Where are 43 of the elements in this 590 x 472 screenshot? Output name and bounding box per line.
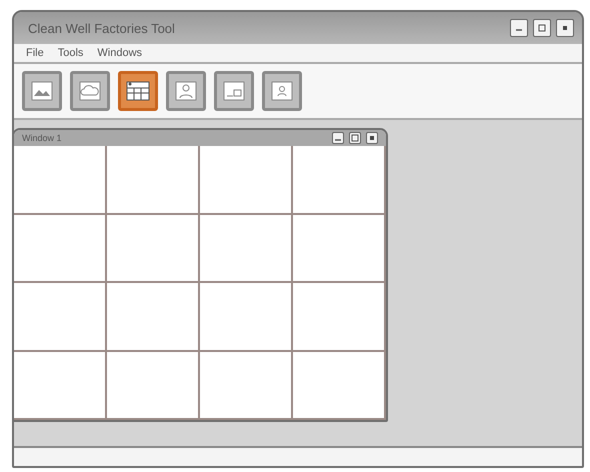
maximize-icon [351, 134, 359, 142]
grid-cell[interactable] [200, 146, 293, 214]
grid-cell[interactable] [200, 352, 293, 420]
picture-icon [30, 79, 54, 103]
menu-item[interactable]: Tools [58, 47, 84, 59]
minimize-button[interactable] [332, 132, 344, 144]
grid-cell[interactable] [200, 214, 293, 283]
window-title: Clean Well Factories Tool [28, 20, 175, 36]
cloud-icon [78, 79, 102, 103]
close-button[interactable] [366, 132, 378, 144]
contact-icon [270, 79, 294, 103]
grid-cell[interactable] [293, 283, 386, 352]
close-icon [368, 134, 376, 142]
grid-cell[interactable] [293, 352, 386, 420]
grid-cell[interactable] [14, 146, 107, 214]
grid-cell[interactable] [14, 283, 107, 352]
toolbar-button[interactable] [22, 71, 62, 111]
grid-cell[interactable] [293, 146, 386, 214]
toolbar-button[interactable] [70, 71, 110, 111]
maximize-button[interactable] [349, 132, 361, 144]
grid-cell[interactable] [200, 283, 293, 352]
toolbar-button[interactable] [262, 71, 302, 111]
close-icon [561, 24, 569, 32]
grid-cell[interactable] [107, 146, 200, 214]
close-button[interactable] [556, 19, 574, 37]
grid-cell[interactable] [293, 214, 386, 283]
menu-item[interactable]: File [26, 47, 44, 59]
maximize-icon [538, 24, 546, 32]
menu-item[interactable]: Windows [97, 47, 142, 59]
toolbar-button[interactable] [214, 71, 254, 111]
toolbar-button[interactable] [166, 71, 206, 111]
maximize-button[interactable] [533, 19, 551, 37]
card-icon [222, 79, 246, 103]
child-window-title: Window 1 [22, 133, 62, 143]
toolbar-button[interactable] [118, 71, 158, 111]
grid-cell[interactable] [14, 214, 107, 283]
grid-cell[interactable] [107, 283, 200, 352]
person-icon [174, 79, 198, 103]
grid-cell[interactable] [14, 352, 107, 420]
minimize-button[interactable] [510, 19, 528, 37]
grid-cell[interactable] [107, 352, 200, 420]
grid-cell[interactable] [107, 214, 200, 283]
calendar-icon [125, 79, 151, 103]
